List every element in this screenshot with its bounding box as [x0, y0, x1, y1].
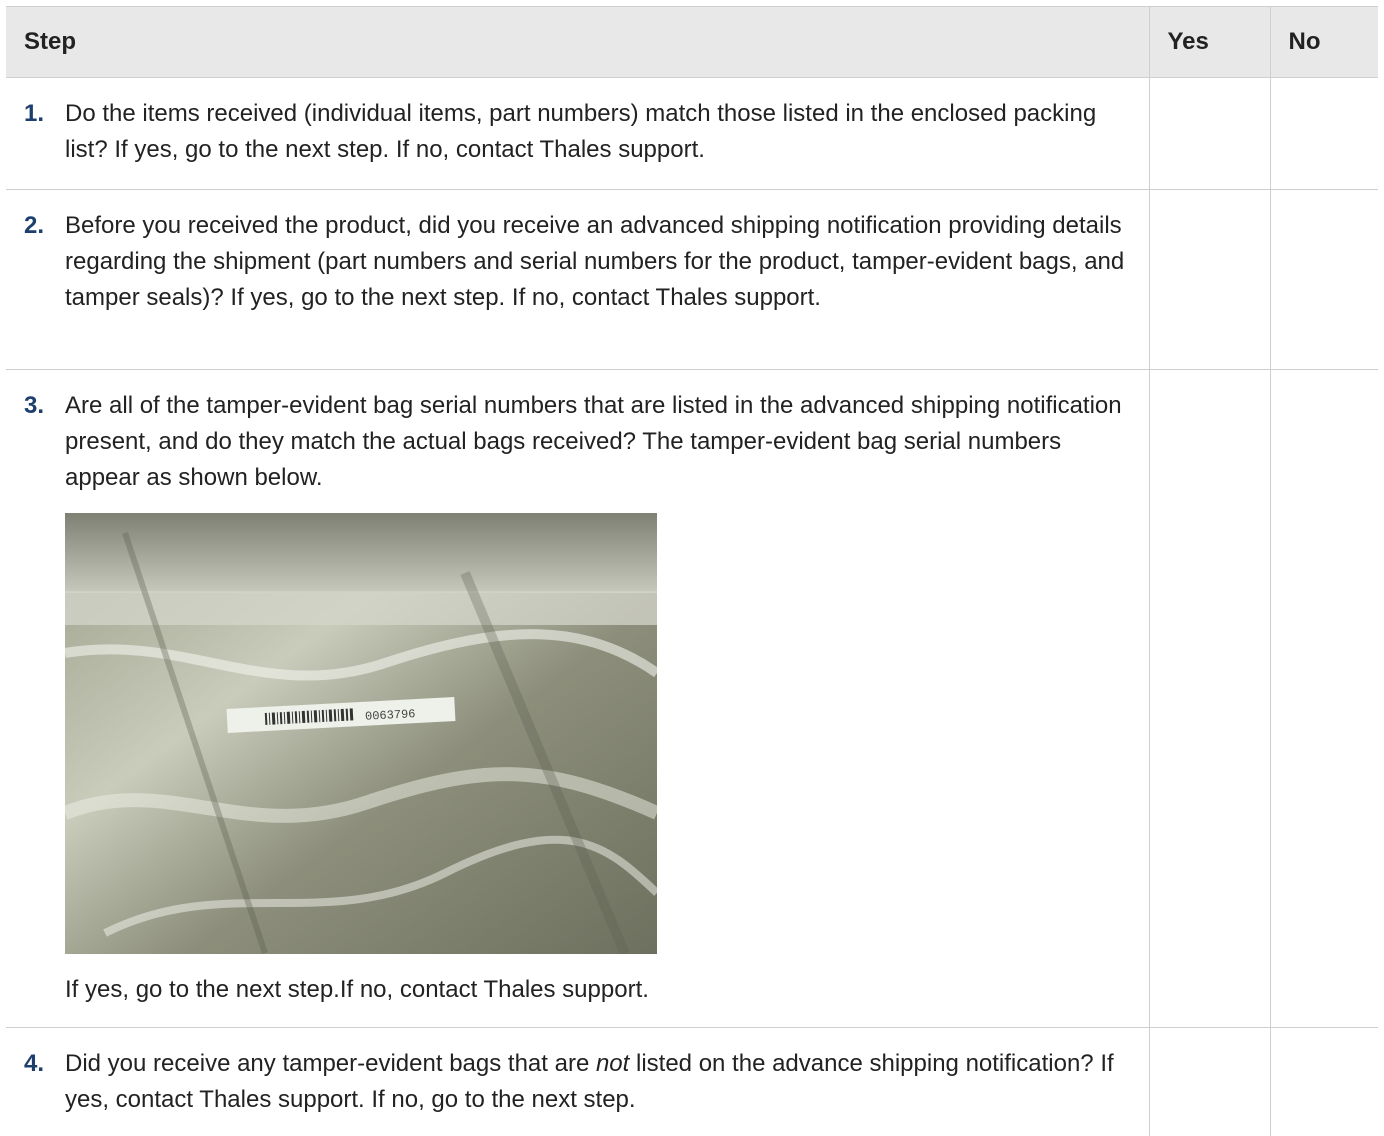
- header-yes: Yes: [1148, 6, 1270, 78]
- step-cell: 2. Before you received the product, did …: [6, 189, 1149, 370]
- header-row: Step Yes No: [6, 6, 1378, 78]
- step-number: 1.: [24, 100, 45, 127]
- no-cell: [1269, 1027, 1378, 1136]
- no-cell: [1269, 189, 1378, 370]
- table-row: 4. Did you receive any tamper-evident ba…: [6, 1027, 1378, 1136]
- no-cell: [1269, 77, 1378, 190]
- step-cell: 1. Do the items received (individual ite…: [6, 77, 1149, 190]
- step-text: Do the items received (individual items,…: [65, 100, 1097, 163]
- yes-cell: [1148, 77, 1270, 190]
- step-text: Before you received the product, did you…: [65, 212, 1125, 311]
- step-cell: 3. Are all of the tamper-evident bag ser…: [6, 369, 1149, 1028]
- yes-cell: [1148, 189, 1270, 370]
- checklist-table: Step Yes No 1. Do the items received (in…: [6, 6, 1378, 1136]
- header-step: Step: [6, 6, 1149, 78]
- step-followup-text: If yes, go to the next step.If no, conta…: [65, 976, 649, 1003]
- step-number: 4.: [24, 1050, 45, 1077]
- table-row: 3. Are all of the tamper-evident bag ser…: [6, 369, 1378, 1028]
- step-text: Did you receive any tamper-evident bags …: [65, 1050, 1114, 1113]
- yes-cell: [1148, 1027, 1270, 1136]
- step-cell: 4. Did you receive any tamper-evident ba…: [6, 1028, 1149, 1136]
- header-no: No: [1269, 6, 1378, 78]
- yes-cell: [1148, 369, 1270, 1028]
- table-row: 1. Do the items received (individual ite…: [6, 77, 1378, 190]
- step-number: 2.: [24, 212, 45, 239]
- no-cell: [1269, 369, 1378, 1028]
- tamper-bag-photo: 0063796: [65, 513, 657, 954]
- step-text: Are all of the tamper-evident bag serial…: [65, 392, 1122, 491]
- bag-serial-label: 0063796: [365, 707, 416, 724]
- table-row: 2. Before you received the product, did …: [6, 189, 1378, 370]
- step-number: 3.: [24, 392, 45, 419]
